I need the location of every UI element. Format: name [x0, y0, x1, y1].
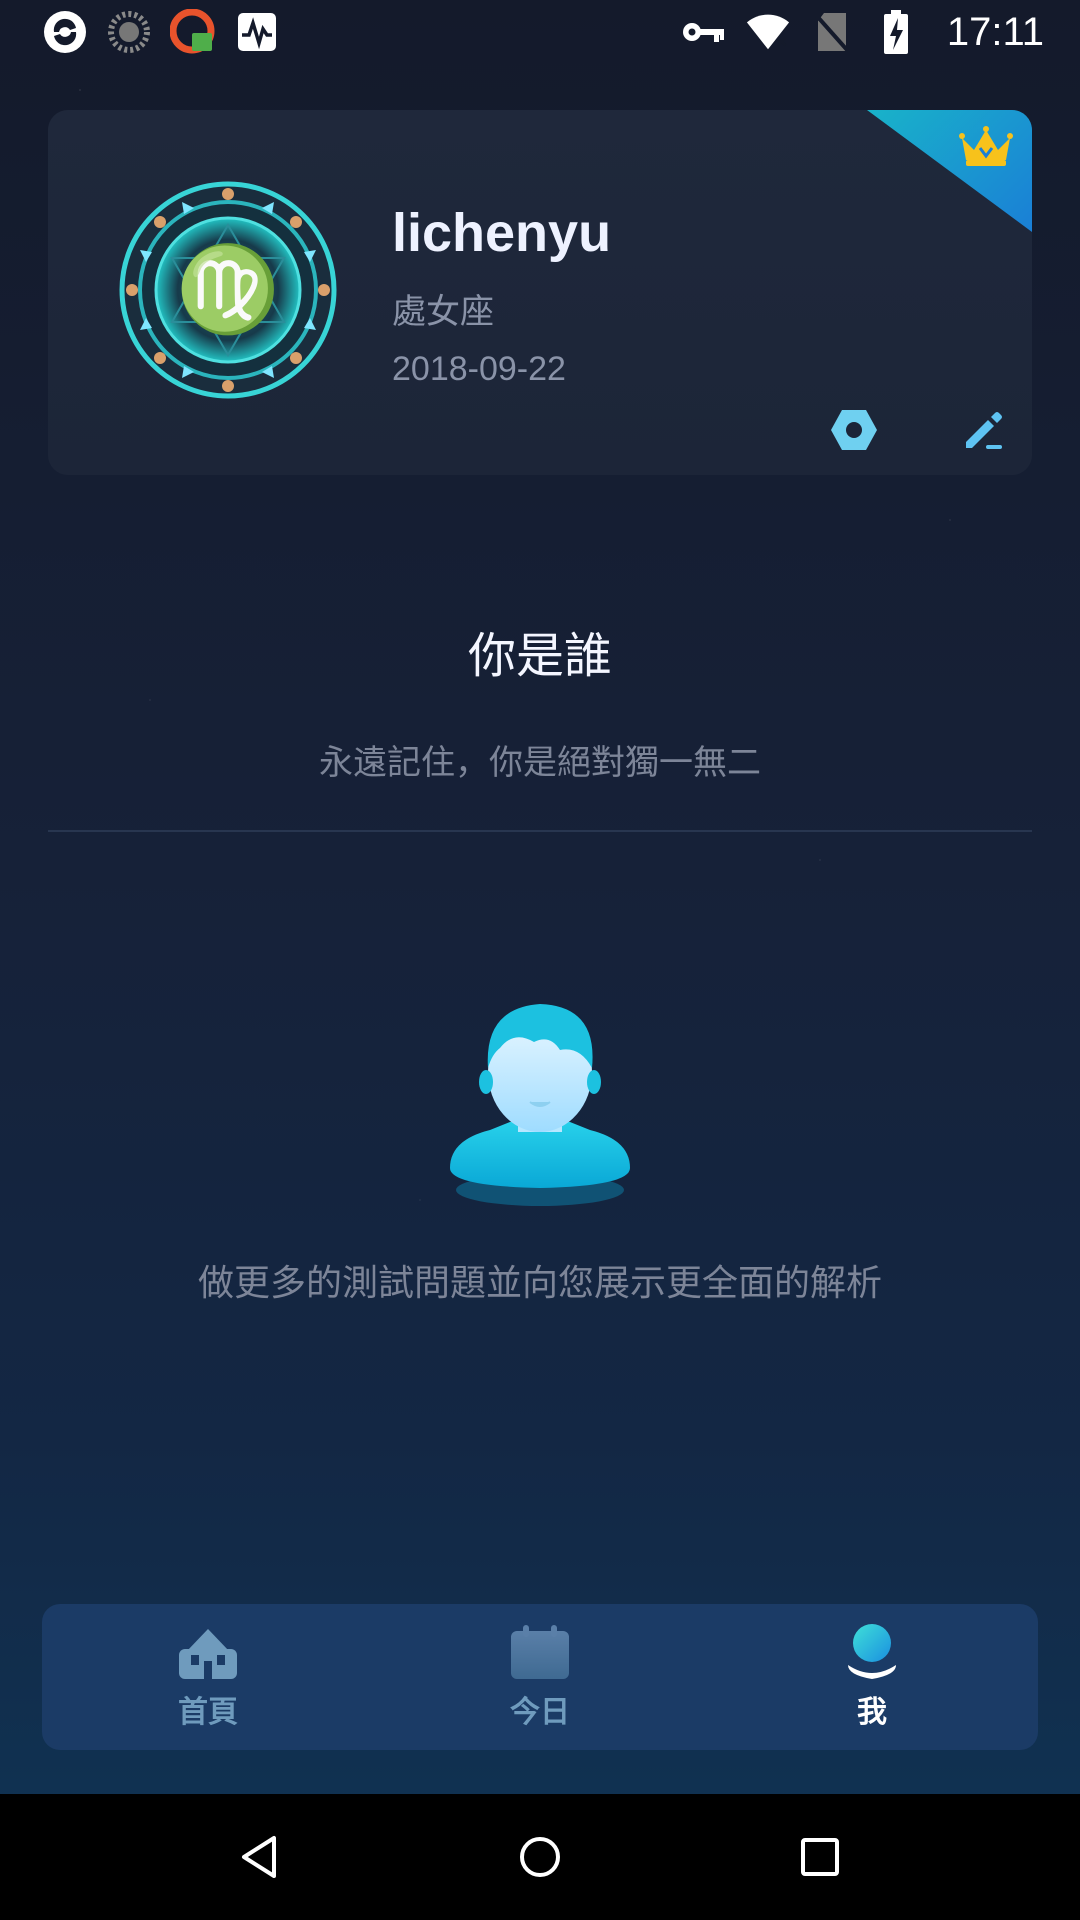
nav-item-me[interactable]: 我: [772, 1604, 972, 1750]
no-sim-icon: [809, 9, 855, 55]
activity-monitor-icon: [234, 9, 280, 55]
zodiac-sign-label: 處女座: [392, 292, 494, 332]
wifi-icon: [745, 9, 791, 55]
settings-button[interactable]: [824, 400, 884, 460]
settings-hex-icon: [831, 410, 877, 450]
nav-item-today[interactable]: 今日: [440, 1604, 640, 1750]
birth-date: 2018-09-22: [392, 350, 566, 388]
status-time: 17:11: [946, 9, 1044, 54]
virgo-zodiac-emblem: ♍: [118, 180, 338, 400]
profile-card[interactable]: ♍ lichenyu 處女座 2018-09-22: [48, 110, 1032, 475]
bottom-navigation: 首頁 今日 我: [42, 1604, 1038, 1750]
app-screen: 17:11 ♍ lichenyu 處女座 2018-09-22 你是誰 永遠記住…: [0, 0, 1080, 1920]
edit-profile-button[interactable]: [954, 400, 1014, 460]
system-navigation-bar: [0, 1794, 1080, 1920]
section-subtitle: 永遠記住，你是絕對獨一無二: [319, 743, 761, 783]
user-avatar-illustration: [440, 990, 640, 1210]
nav-label-today: 今日: [510, 1695, 570, 1730]
profile-icon: [840, 1623, 904, 1681]
calendar-icon: [508, 1623, 572, 1681]
home-circle-icon: [520, 1837, 560, 1877]
loading-spinner-icon: [106, 9, 152, 55]
section-divider: [48, 830, 1032, 832]
nav-label-me: 我: [857, 1695, 887, 1730]
svg-text:♍: ♍: [176, 239, 281, 338]
nav-item-home[interactable]: 首頁: [108, 1604, 308, 1750]
crown-icon: [958, 124, 1014, 168]
status-notification-icons: [42, 9, 280, 55]
nav-label-home: 首頁: [178, 1695, 238, 1730]
back-button[interactable]: [230, 1827, 290, 1887]
battery-charging-icon: [873, 9, 919, 55]
more-tests-prompt: 做更多的測試問題並向您展示更全面的解析: [197, 1263, 882, 1304]
app-circle-icon: [42, 9, 88, 55]
status-bar: 17:11: [0, 0, 1080, 64]
user-name: lichenyu: [392, 203, 612, 263]
recents-button[interactable]: [790, 1827, 850, 1887]
home-icon: [176, 1623, 240, 1681]
back-icon: [242, 1836, 276, 1878]
pencil-icon: [966, 412, 1002, 449]
vpn-app-icon: [170, 9, 216, 55]
section-title: 你是誰: [467, 628, 612, 684]
key-icon: [681, 9, 727, 55]
status-system-icons: 17:11: [681, 9, 1044, 55]
recents-icon: [801, 1838, 839, 1876]
home-system-button[interactable]: [510, 1827, 570, 1887]
